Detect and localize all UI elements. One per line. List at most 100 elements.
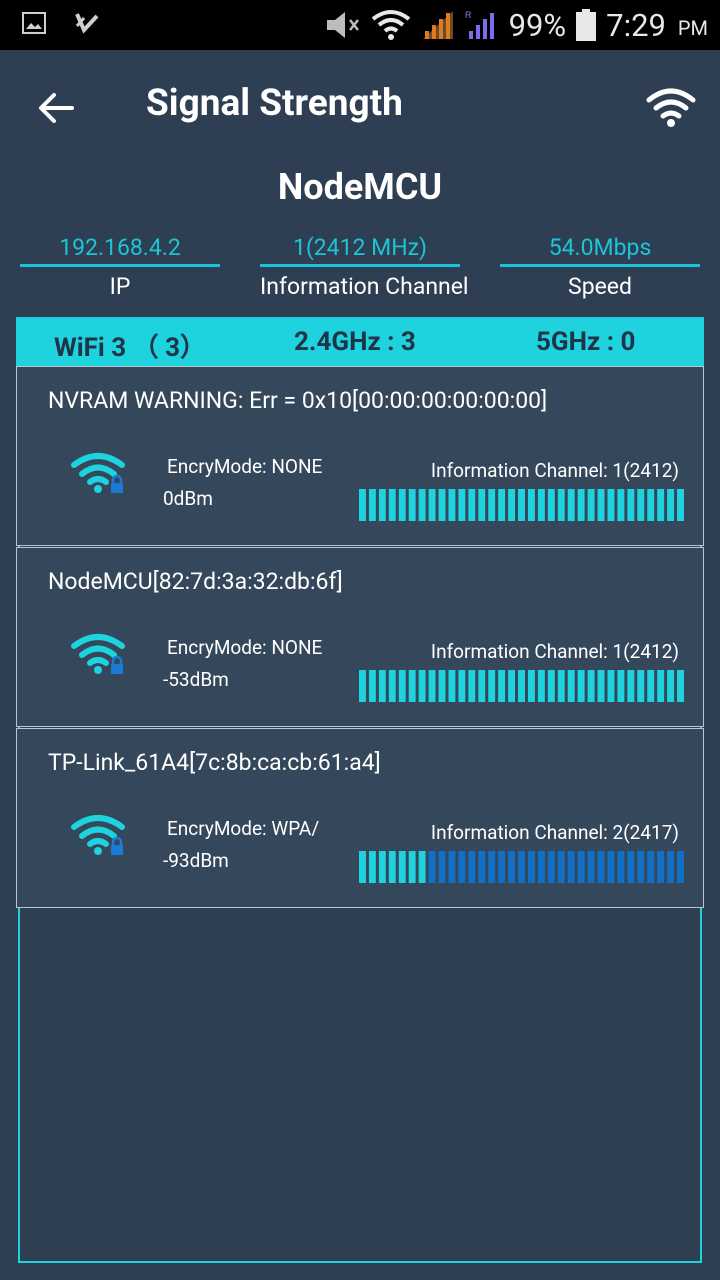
strength-segment bbox=[398, 489, 406, 521]
strength-segment bbox=[498, 489, 506, 521]
system-icons: R 99% 7:29 PM bbox=[325, 0, 708, 50]
strength-segment bbox=[607, 670, 615, 702]
network-ssid-bssid: TP-Link_61A4[7c:8b:ca:cb:61:a4] bbox=[48, 749, 381, 776]
strength-segment bbox=[577, 489, 585, 521]
signal-strength-bar bbox=[359, 851, 684, 883]
signal-strength-bar bbox=[359, 670, 684, 702]
tab-5ghz[interactable]: 5GHz : 0 bbox=[536, 327, 635, 357]
strength-segment bbox=[567, 670, 575, 702]
signal-sim1-icon bbox=[422, 11, 453, 39]
wifi-lock-icon bbox=[71, 634, 125, 674]
strength-segment bbox=[577, 851, 585, 883]
strength-segment bbox=[378, 670, 386, 702]
strength-segment bbox=[677, 670, 684, 702]
strength-segment bbox=[428, 670, 436, 702]
gallery-icon bbox=[22, 12, 46, 34]
strength-segment bbox=[468, 670, 476, 702]
encryption-mode: EncryMode: NONE bbox=[167, 636, 323, 659]
check-notification-icon bbox=[75, 13, 99, 34]
strength-segment bbox=[537, 670, 545, 702]
strength-segment bbox=[587, 670, 595, 702]
strength-segment bbox=[508, 489, 516, 521]
strength-segment bbox=[637, 851, 645, 883]
strength-segment bbox=[557, 489, 565, 521]
strength-segment bbox=[527, 851, 535, 883]
speed-value: 54.0Mbps bbox=[500, 232, 700, 267]
strength-segment bbox=[418, 489, 426, 521]
strength-segment bbox=[577, 670, 585, 702]
speed-info: 54.0Mbps Speed bbox=[500, 232, 700, 300]
strength-segment bbox=[647, 489, 655, 521]
strength-segment bbox=[408, 851, 416, 883]
strength-segment bbox=[448, 670, 456, 702]
channel-info: 1(2412 MHz) Information Channel bbox=[260, 232, 469, 300]
ip-label: IP bbox=[109, 273, 131, 300]
strength-segment bbox=[597, 670, 605, 702]
strength-segment bbox=[547, 489, 555, 521]
strength-segment bbox=[677, 489, 684, 521]
app-toolbar: Signal Strength bbox=[0, 50, 720, 164]
strength-segment bbox=[557, 851, 565, 883]
strength-segment bbox=[547, 670, 555, 702]
strength-segment bbox=[617, 670, 625, 702]
network-list-item[interactable]: NVRAM WARNING: Err = 0x10[00:00:00:00:00… bbox=[16, 366, 704, 546]
tab-2-4ghz[interactable]: 2.4GHz : 3 bbox=[294, 327, 416, 357]
strength-segment bbox=[537, 489, 545, 521]
strength-segment bbox=[527, 670, 535, 702]
ip-value: 192.168.4.2 bbox=[20, 232, 220, 267]
strength-segment bbox=[448, 851, 456, 883]
strength-segment bbox=[527, 489, 535, 521]
strength-segment bbox=[359, 670, 366, 702]
signal-dbm: -53dBm bbox=[163, 668, 229, 691]
strength-segment bbox=[667, 670, 675, 702]
wifi-status-icon bbox=[371, 10, 410, 40]
strength-segment bbox=[458, 489, 466, 521]
strength-segment bbox=[657, 851, 665, 883]
clock-ampm: PM bbox=[677, 16, 708, 40]
wifi-lock-icon bbox=[71, 815, 125, 855]
strength-segment bbox=[567, 489, 575, 521]
strength-segment bbox=[508, 670, 516, 702]
strength-segment bbox=[607, 489, 615, 521]
strength-segment bbox=[637, 489, 645, 521]
strength-segment bbox=[587, 851, 595, 883]
status-bar: R 99% 7:29 PM bbox=[0, 0, 720, 50]
strength-segment bbox=[418, 851, 426, 883]
strength-segment bbox=[378, 851, 386, 883]
strength-segment bbox=[478, 851, 486, 883]
strength-segment bbox=[657, 670, 665, 702]
network-ssid-bssid: NVRAM WARNING: Err = 0x10[00:00:00:00:00… bbox=[48, 387, 548, 414]
strength-segment bbox=[617, 489, 625, 521]
network-channel: Information Channel: 1(2412) bbox=[430, 640, 679, 663]
strength-segment bbox=[667, 851, 675, 883]
strength-segment bbox=[597, 851, 605, 883]
strength-segment bbox=[587, 489, 595, 521]
strength-segment bbox=[438, 489, 446, 521]
strength-segment bbox=[368, 489, 376, 521]
strength-segment bbox=[359, 851, 366, 883]
strength-segment bbox=[498, 670, 506, 702]
clock-time: 7:29 bbox=[606, 6, 666, 44]
strength-segment bbox=[388, 489, 396, 521]
signal-sim2-roaming-icon: R bbox=[465, 10, 494, 39]
strength-segment bbox=[508, 851, 516, 883]
strength-segment bbox=[518, 670, 525, 702]
strength-segment bbox=[567, 851, 575, 883]
strength-segment bbox=[458, 670, 466, 702]
speed-label: Speed bbox=[568, 273, 632, 300]
strength-segment bbox=[488, 670, 496, 702]
strength-segment bbox=[438, 851, 446, 883]
network-channel: Information Channel: 2(2417) bbox=[430, 821, 679, 844]
network-list-item[interactable]: NodeMCU[82:7d:3a:32:db:6f] EncryMode: NO… bbox=[16, 547, 704, 727]
network-list-item[interactable]: TP-Link_61A4[7c:8b:ca:cb:61:a4] EncryMod… bbox=[16, 728, 704, 908]
strength-segment bbox=[398, 670, 406, 702]
back-arrow-icon[interactable] bbox=[36, 88, 76, 128]
strength-segment bbox=[359, 489, 366, 521]
strength-segment bbox=[478, 489, 486, 521]
strength-segment bbox=[368, 851, 376, 883]
wifi-icon[interactable] bbox=[646, 86, 696, 128]
tab-wifi-count[interactable]: WiFi 3 （ 3） bbox=[54, 327, 206, 364]
strength-segment bbox=[438, 670, 446, 702]
page-title: Signal Strength bbox=[146, 82, 403, 125]
strength-segment bbox=[498, 851, 506, 883]
